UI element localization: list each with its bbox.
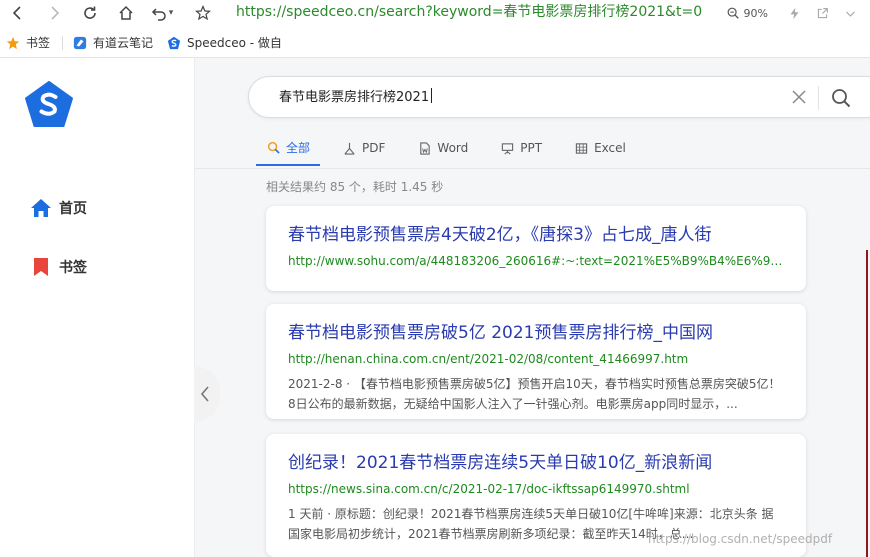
tab-label: Word	[437, 141, 469, 155]
result-url[interactable]: http://henan.china.com.cn/ent/2021-02/08…	[288, 352, 784, 366]
window-edge-line	[866, 250, 868, 557]
tab-label: PPT	[520, 141, 543, 155]
result-count: 相关结果约 85 个，耗时 1.45 秒	[266, 180, 444, 194]
search-icon	[832, 89, 851, 108]
chevron-down-icon	[845, 10, 855, 17]
star-icon	[6, 36, 20, 50]
result-url[interactable]: https://news.sina.com.cn/c/2021-02-17/do…	[288, 482, 784, 496]
browser-toolbar: ▾ https://speedceo.cn/search?keyword=春节电…	[0, 0, 870, 26]
forward-arrow-icon	[51, 6, 60, 20]
tab-excel[interactable]: Excel	[564, 130, 636, 166]
sidebar-item-label: 首页	[59, 201, 87, 217]
menu-button[interactable]	[836, 0, 864, 26]
word-icon	[417, 141, 431, 155]
undo-icon	[151, 8, 166, 21]
lightning-button[interactable]	[780, 0, 808, 26]
home-button[interactable]	[108, 0, 144, 26]
ppt-icon	[500, 141, 514, 155]
tab-label: Excel	[594, 141, 626, 155]
undo-button[interactable]: ▾	[144, 0, 180, 26]
tab-all[interactable]: 全部	[256, 130, 321, 166]
youdao-note-icon	[73, 36, 87, 50]
chevron-left-icon	[200, 386, 209, 402]
text-caret	[431, 88, 433, 103]
undo-dropdown-icon[interactable]: ▾	[169, 8, 174, 18]
bookmark-item-bookmarks[interactable]: 书签	[0, 28, 58, 58]
back-arrow-icon	[12, 6, 21, 20]
search-divider	[818, 86, 819, 110]
reload-button[interactable]	[72, 0, 108, 26]
zoom-indicator[interactable]: 90%	[726, 6, 768, 20]
lightning-icon	[789, 7, 799, 19]
bookmark-label: Speedceo - 做自	[187, 36, 282, 50]
address-bar[interactable]: https://speedceo.cn/search?keyword=春节电影票…	[236, 0, 702, 26]
result-title-link[interactable]: 春节档电影预售票房4天破2亿，《唐探3》占七成_唐人街	[288, 220, 784, 245]
bookmark-item-youdao[interactable]: 有道云笔记	[67, 28, 161, 58]
result-title-link[interactable]: 春节档电影预售票房破5亿 2021预售票房排行榜_中国网	[288, 318, 784, 343]
filter-tabs: 全部 PDF Word PPT Excel	[256, 130, 648, 168]
bookmark-icon	[30, 256, 52, 278]
zoom-level: 90%	[743, 6, 768, 20]
result-url[interactable]: http://www.sohu.com/a/448183206_260616#:…	[288, 254, 784, 268]
speedceo-logo[interactable]	[24, 80, 74, 130]
bookmark-label: 书签	[26, 36, 51, 50]
bookmark-label: 有道云笔记	[93, 36, 154, 50]
sidebar-item-bookmarks[interactable]: 书签	[30, 255, 87, 279]
search-query: 春节电影票房排行榜2021	[279, 90, 430, 105]
sidebar: 首页 书签	[0, 58, 194, 557]
search-button[interactable]	[829, 86, 853, 110]
home-icon	[30, 197, 52, 219]
watermark: https://blog.csdn.net/speedpdf	[648, 532, 833, 546]
close-icon	[792, 90, 806, 104]
tab-word[interactable]: Word	[407, 130, 478, 166]
result-title-link[interactable]: 创纪录！2021春节档票房连续5天单日破10亿_新浪新闻	[288, 448, 784, 473]
forward-button[interactable]	[36, 0, 72, 26]
excel-icon	[574, 141, 588, 155]
share-button[interactable]	[808, 0, 836, 26]
result-card: 春节档电影预售票房破5亿 2021预售票房排行榜_中国网 http://hena…	[266, 304, 806, 419]
zoom-icon	[727, 7, 739, 19]
favorite-button[interactable]	[188, 0, 218, 26]
bookmark-divider	[62, 35, 64, 50]
bookmark-item-speedceo[interactable]: Speedceo - 做自	[161, 28, 290, 58]
home-outline-icon	[119, 5, 133, 20]
share-icon	[817, 7, 828, 18]
sidebar-item-label: 书签	[59, 260, 87, 276]
search-input[interactable]: 春节电影票房排行榜2021	[279, 77, 433, 118]
result-card: 春节档电影预售票房4天破2亿，《唐探3》占七成_唐人街 http://www.s…	[266, 206, 806, 291]
back-button[interactable]	[0, 0, 36, 26]
star-outline-icon	[195, 5, 211, 21]
speedceo-icon	[167, 36, 181, 50]
pdf-icon	[342, 141, 356, 155]
bookmarks-bar: 书签 有道云笔记 Speedceo - 做自	[0, 28, 870, 58]
clear-search-button[interactable]	[789, 87, 809, 107]
tab-ppt[interactable]: PPT	[490, 130, 552, 166]
tab-label: PDF	[362, 141, 386, 155]
tabs-divider	[195, 168, 870, 169]
tab-pdf[interactable]: PDF	[332, 130, 395, 166]
tab-label: 全部	[286, 140, 311, 155]
search-icon	[266, 140, 280, 154]
result-snippet: 2021-2-8 · 【春节档电影预售票房破5亿】预售开启10天，春节档实时预售…	[288, 377, 781, 411]
reload-icon	[84, 6, 96, 19]
search-box[interactable]: 春节电影票房排行榜2021	[248, 76, 870, 118]
sidebar-item-home[interactable]: 首页	[30, 196, 87, 220]
